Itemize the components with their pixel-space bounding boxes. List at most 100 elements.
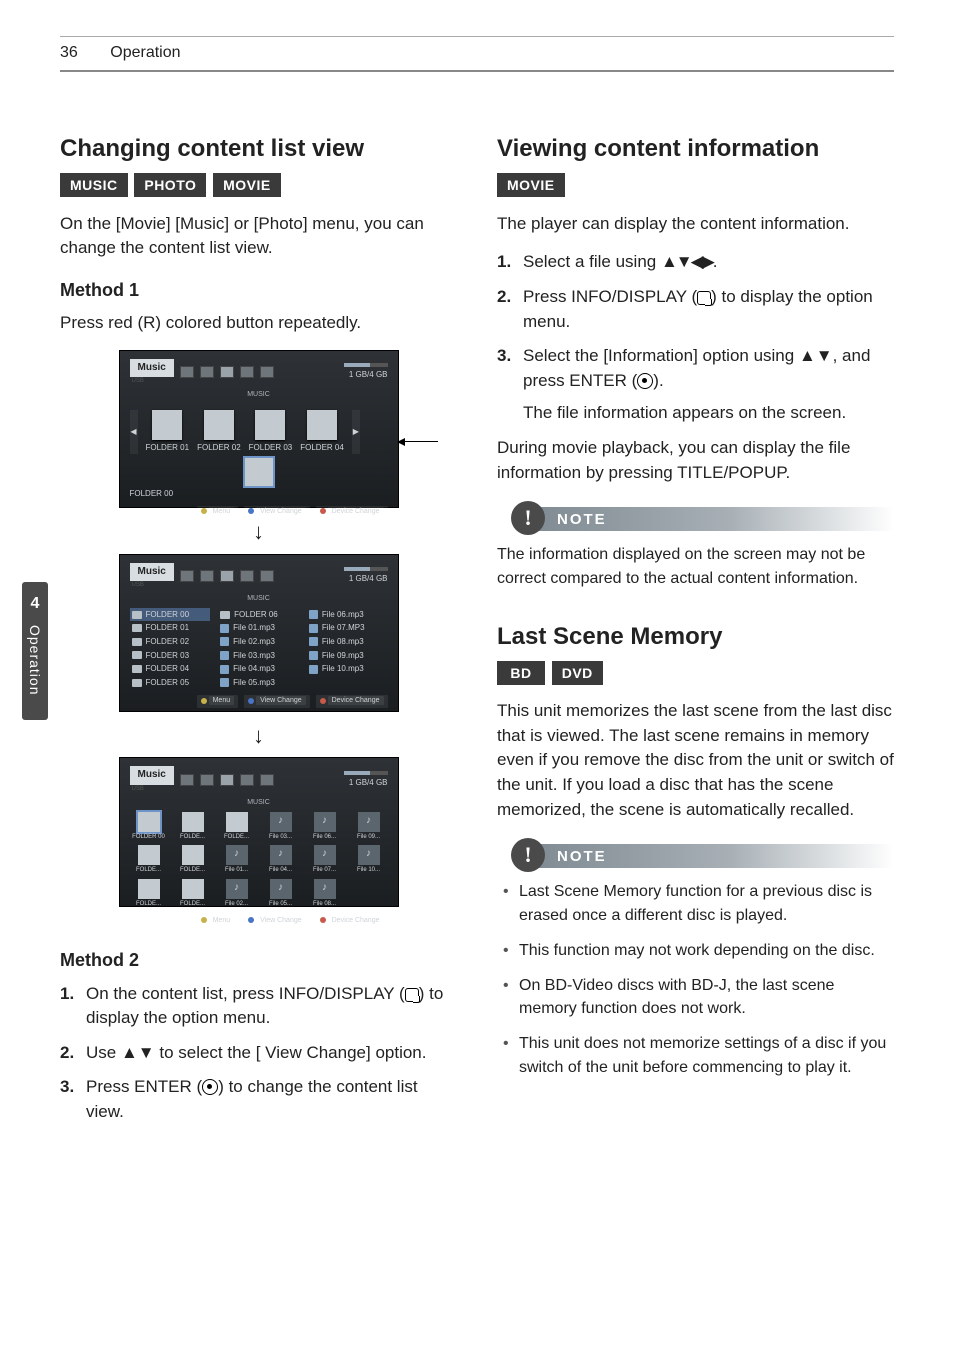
- chapter-number: 4: [31, 592, 40, 615]
- grid-item: File 04...: [262, 845, 300, 875]
- last-scene-body: This unit memorizes the last scene from …: [497, 699, 894, 822]
- exclamation-icon: !: [524, 844, 531, 866]
- list-item: File 05.mp3: [218, 676, 299, 690]
- viewing-intro: The player can display the content infor…: [497, 212, 894, 237]
- music-file-icon: [309, 665, 318, 674]
- list-item: File 03.mp3: [218, 649, 299, 663]
- list-item: File 02.mp3: [218, 635, 299, 649]
- music-file-icon: [226, 845, 248, 865]
- viewing-step1: 1. Select a file using ▲▼◀▶.: [497, 250, 894, 275]
- grid-item: File 02...: [218, 879, 256, 909]
- callout-arrow-icon: [398, 441, 438, 442]
- list-item: File 09.mp3: [307, 649, 388, 663]
- grid-item: File 08...: [306, 879, 344, 909]
- grid-item: File 07...: [306, 845, 344, 875]
- music-file-icon: [314, 812, 336, 832]
- list-item: FOLDER 00: [130, 608, 211, 622]
- badge-movie: MOVIE: [213, 173, 281, 197]
- method2-step3: 3. Press ENTER () to change the content …: [60, 1075, 457, 1124]
- folder-icon: [132, 638, 142, 646]
- list-item: FOLDER 05: [130, 676, 211, 690]
- folder-icon: [132, 651, 142, 659]
- note-bullet: This unit does not memorize settings of …: [497, 1032, 894, 1078]
- music-file-icon: [270, 879, 292, 899]
- grid-item: [350, 879, 388, 909]
- note2-list: Last Scene Memory function for a previou…: [497, 880, 894, 1078]
- folder-icon: [138, 845, 160, 865]
- music-file-icon: [220, 665, 229, 674]
- chapter-label: Operation: [25, 625, 45, 695]
- music-file-icon: [314, 845, 336, 865]
- folder-icon: [182, 845, 204, 865]
- music-file-icon: [309, 624, 318, 633]
- grid-item: File 01...: [218, 845, 256, 875]
- note-bullet: Last Scene Memory function for a previou…: [497, 880, 894, 926]
- badge-music: MUSIC: [60, 173, 128, 197]
- list-item: FOLDER 04: [130, 662, 211, 676]
- grid-item: File 09...: [350, 812, 388, 842]
- info-display-icon: [697, 291, 711, 305]
- viewing-step3: 3. Select the [Information] option using…: [497, 344, 894, 426]
- badges-last-scene: BD DVD: [497, 661, 894, 686]
- music-file-icon: [309, 610, 318, 619]
- grid-item: FOLDE...: [130, 845, 168, 875]
- up-down-icon: ▲▼: [799, 346, 833, 365]
- badge-movie: MOVIE: [497, 173, 565, 197]
- heading-method1: Method 1: [60, 277, 457, 303]
- enter-icon: [637, 373, 653, 389]
- list-item: File 01.mp3: [218, 621, 299, 635]
- folder-icon: [132, 624, 142, 632]
- note-bullet: This function may not work depending on …: [497, 939, 894, 962]
- grid-item: File 03...: [262, 812, 300, 842]
- list-item: FOLDER 02: [130, 635, 211, 649]
- changing-view-intro: On the [Movie] [Music] or [Photo] menu, …: [60, 212, 457, 261]
- grid-item: File 10...: [350, 845, 388, 875]
- screenshot-music-grid: Music USB 1 GB/4 GB MUSIC FOLDER 00FOLDE…: [119, 757, 399, 907]
- note-callout: NOTE !: [497, 501, 894, 537]
- music-file-icon: [309, 637, 318, 646]
- list-item: File 07.MP3: [307, 621, 388, 635]
- method2-step1: 1. On the content list, press INFO/DISPL…: [60, 982, 457, 1031]
- chapter-side-tab: 4 Operation: [22, 582, 48, 720]
- heading-last-scene: Last Scene Memory: [497, 620, 894, 655]
- up-down-icon: ▲▼: [121, 1043, 155, 1062]
- badge-photo: PHOTO: [134, 173, 206, 197]
- viewing-step2: 2. Press INFO/DISPLAY () to display the …: [497, 285, 894, 334]
- grid-item: File 06...: [306, 812, 344, 842]
- exclamation-icon: !: [524, 507, 531, 529]
- badges-changing-view: MUSIC PHOTO MOVIE: [60, 173, 457, 198]
- music-file-icon: [220, 651, 229, 660]
- method1-text: Press red (R) colored button repeatedly.: [60, 311, 457, 336]
- folder-icon: [138, 812, 160, 832]
- down-arrow-icon: ↓: [60, 516, 457, 548]
- music-file-icon: [314, 879, 336, 899]
- list-item: File 10.mp3: [307, 662, 388, 676]
- page-header: 36 Operation: [60, 39, 894, 64]
- list-item: File 04.mp3: [218, 662, 299, 676]
- page-section: Operation: [110, 44, 180, 61]
- music-file-icon: [309, 651, 318, 660]
- badge-bd: BD: [497, 661, 545, 685]
- folder-icon: [132, 665, 142, 673]
- enter-icon: [202, 1079, 218, 1095]
- screenshot-music-coverflow: Music USB 1 GB/4 GB MUSIC ◀ FOLDER 01 FO…: [119, 350, 399, 508]
- screenshot-music-list: Music USB 1 GB/4 GB MUSIC FOLDER 00FOLDE…: [119, 554, 399, 712]
- grid-item: File 05...: [262, 879, 300, 909]
- note-bullet: On BD-Video discs with BD-J, the last sc…: [497, 974, 894, 1020]
- grid-item: FOLDE...: [174, 845, 212, 875]
- folder-icon: [132, 611, 142, 619]
- viewing-extra: During movie playback, you can display t…: [497, 436, 894, 485]
- note1-body: The information displayed on the screen …: [497, 543, 894, 589]
- down-arrow-icon: ↓: [60, 720, 457, 752]
- heading-method2: Method 2: [60, 947, 457, 973]
- music-file-icon: [358, 845, 380, 865]
- method2-step2: 2. Use ▲▼ to select the [ View Change] o…: [60, 1041, 457, 1066]
- list-item: FOLDER 01: [130, 621, 211, 635]
- music-file-icon: [220, 637, 229, 646]
- folder-icon: [182, 812, 204, 832]
- music-file-icon: [358, 812, 380, 832]
- list-item: File 08.mp3: [307, 635, 388, 649]
- grid-item: FOLDE...: [218, 812, 256, 842]
- note-callout: NOTE !: [497, 838, 894, 874]
- folder-icon: [220, 611, 230, 619]
